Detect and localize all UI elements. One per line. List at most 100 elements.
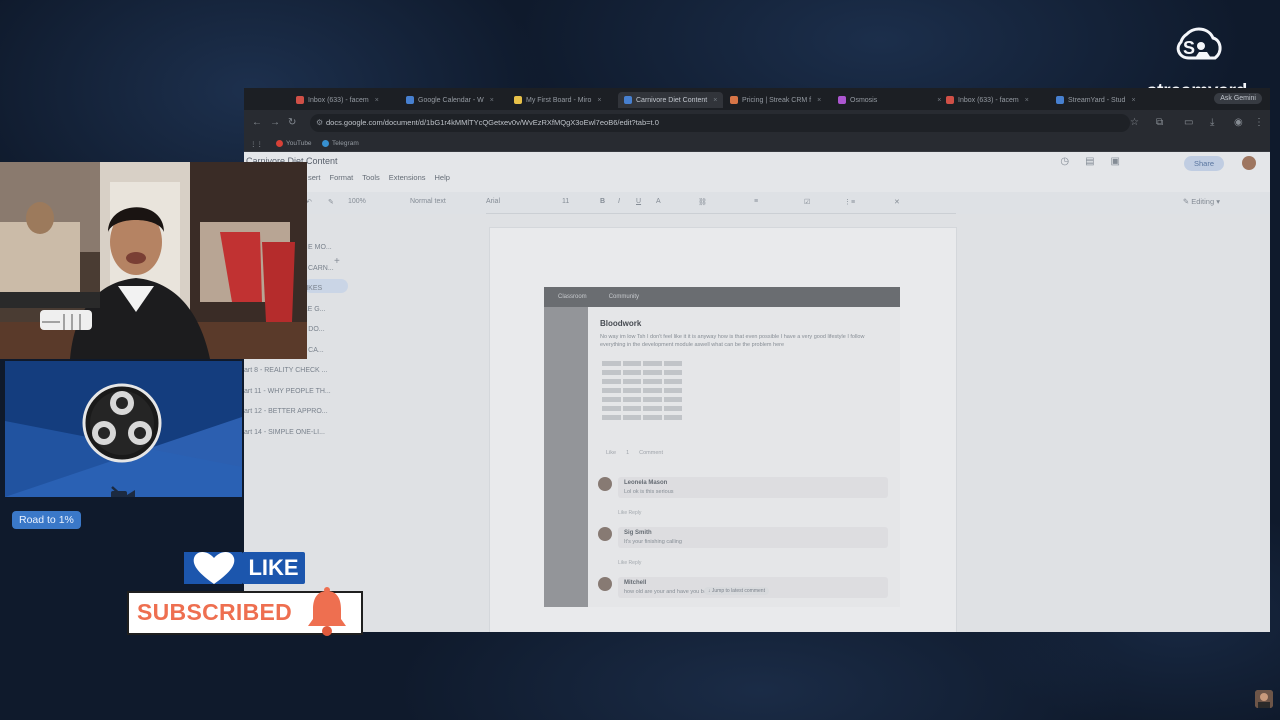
menu-tools[interactable]: Tools (362, 173, 380, 182)
menu-format[interactable]: Format (330, 173, 354, 182)
like-button[interactable]: LIKE (184, 548, 305, 586)
editing-label: Editing (1191, 197, 1215, 206)
tab-label: Google Calendar - W (418, 96, 484, 104)
history-icon[interactable]: ◷ (1060, 156, 1069, 167)
jump-to-latest-button: ↓ Jump to latest comment (704, 587, 769, 595)
avatar[interactable] (1242, 156, 1256, 170)
close-icon[interactable]: × (490, 97, 494, 104)
heart-icon (193, 551, 235, 584)
post-card: Bloodwork No way im low Tsh I don't feel… (588, 307, 900, 607)
meet-icon[interactable]: ▣ (1111, 156, 1120, 167)
screenshot-tab: Classroom (558, 294, 587, 300)
apps-icon[interactable]: ⋮⋮ (250, 140, 263, 148)
webcam-image (0, 162, 307, 359)
close-icon[interactable]: × (1025, 97, 1029, 104)
outline-item[interactable]: art 11 - WHY PEOPLE TH... (244, 382, 354, 403)
youtube-icon (276, 140, 283, 147)
url-field[interactable]: ⚙ docs.google.com/document/d/1bG1r4kMMlT… (310, 114, 1130, 132)
comment-text: It's your finishing calling (624, 539, 682, 545)
browser-tab[interactable]: Inbox (633) - facem × (296, 92, 379, 108)
paint-format-icon[interactable]: ✎ (328, 198, 334, 206)
menu-icon[interactable]: ⋮ (1254, 117, 1264, 128)
ruler[interactable] (486, 204, 956, 214)
zoom-select[interactable]: 100% (348, 198, 366, 205)
post-title: Bloodwork (600, 319, 642, 328)
close-icon[interactable]: × (597, 97, 601, 104)
jump-label: Jump to latest comment (711, 588, 765, 594)
browser-window: Inbox (633) - facem × Google Calendar - W… (244, 88, 1270, 632)
reload-icon[interactable]: ↻ (288, 117, 296, 128)
bookmark-label: Telegram (332, 140, 359, 147)
avatar (598, 577, 612, 591)
miro-icon (514, 96, 522, 104)
outline-item[interactable]: art 14 - SIMPLE ONE-LI... (244, 423, 354, 444)
browser-tab[interactable]: Google Calendar - W × (406, 92, 494, 108)
profile-icon[interactable]: ◉ (1234, 117, 1243, 128)
browser-tab[interactable]: Inbox (633) - facem × (946, 92, 1029, 108)
streamyard-tab-icon (1056, 96, 1064, 104)
camera-off-icon (111, 486, 135, 497)
screenshot-sidebar (544, 307, 588, 607)
close-icon[interactable]: × (713, 97, 717, 104)
comment-author: Sig Smith (624, 530, 652, 536)
bell-icon (308, 587, 346, 636)
url-text: docs.google.com/document/d/1bG1r4kMMlTYc… (326, 118, 659, 127)
menu-help[interactable]: Help (434, 173, 449, 182)
streak-icon (730, 96, 738, 104)
tab-strip: Inbox (633) - facem × Google Calendar - W… (244, 88, 1270, 110)
like-label: LIKE (248, 555, 299, 580)
close-icon[interactable]: × (937, 97, 941, 104)
menu-insert[interactable]: sert (308, 173, 321, 182)
obs-panel (5, 361, 242, 497)
road-badge: Road to 1% (12, 511, 81, 529)
close-icon[interactable]: × (375, 97, 379, 104)
sidebar-icon[interactable]: ▭ (1184, 117, 1193, 128)
docs-icon (624, 96, 632, 104)
back-icon[interactable]: ← (252, 117, 262, 128)
outline-item[interactable]: art 8 - REALITY CHECK ... (244, 361, 354, 382)
download-icon[interactable]: ⤓ (1210, 117, 1214, 128)
close-icon[interactable]: × (1131, 97, 1135, 104)
avatar (598, 477, 612, 491)
subscribed-label: SUBSCRIBED (137, 599, 293, 625)
bookmark-star-icon[interactable]: ☆ (1130, 117, 1139, 128)
browser-tab[interactable]: Osmosis × (838, 92, 941, 108)
tab-label: Carnivore Diet Content (636, 96, 708, 104)
docs-header: Carnivore Diet Content sert Format Tools… (244, 152, 1270, 192)
comments-icon[interactable]: ▤ (1085, 156, 1094, 167)
share-button[interactable]: Share (1183, 156, 1224, 171)
streamyard-logo-icon: S (1176, 27, 1222, 60)
bookmark-label: YouTube (286, 140, 312, 147)
browser-tab[interactable]: StreamYard - Stud × (1056, 92, 1136, 108)
bookmark-youtube[interactable]: YouTube (276, 140, 312, 147)
forward-icon[interactable]: → (270, 117, 280, 128)
osmosis-icon (838, 96, 846, 104)
outline-item[interactable]: art 12 - BETTER APPRO... (244, 402, 354, 423)
embedded-screenshot[interactable]: Classroom Community Bloodwork No way im … (544, 287, 900, 607)
tab-label: StreamYard - Stud (1068, 96, 1126, 104)
browser-tab[interactable]: Pricing | Streak CRM f × (730, 92, 821, 108)
subscribed-button[interactable]: SUBSCRIBED (127, 587, 363, 636)
menu-extensions[interactable]: Extensions (389, 173, 426, 182)
bookmark-telegram[interactable]: Telegram (322, 140, 359, 147)
comment-author: Leonela Mason (624, 480, 668, 486)
browser-tab[interactable]: My First Board - Miro × (514, 92, 601, 108)
post-body: No way im low Tsh I don't feel like it i… (600, 334, 865, 348)
extensions-icon[interactable]: ⧉ (1156, 117, 1163, 128)
browser-tab-active[interactable]: Carnivore Diet Content × (618, 92, 724, 108)
style-select[interactable]: Normal text (410, 198, 446, 205)
svg-text:S: S (1183, 38, 1195, 58)
tab-label: Inbox (633) - facem (958, 96, 1019, 104)
lab-results-image (602, 361, 682, 433)
ask-gemini-button[interactable]: Ask Gemini (1214, 93, 1262, 104)
comment-meta: Like Reply (618, 560, 642, 566)
site-info-icon[interactable]: ⚙ (316, 114, 323, 132)
editing-mode-select[interactable]: ✎ Editing ▾ (1183, 197, 1220, 206)
bookmarks-bar: ⋮⋮ YouTube Telegram (244, 136, 1270, 152)
avatar (598, 527, 612, 541)
screenshot-tab: Community (608, 294, 640, 300)
close-icon[interactable]: × (817, 97, 821, 104)
comment-text: Lol ok is this serious (624, 489, 674, 495)
docs-menu-bar: sert Format Tools Extensions Help (308, 173, 450, 182)
address-bar-row: ← → ↻ ⚙ docs.google.com/document/d/1bG1r… (244, 110, 1270, 136)
